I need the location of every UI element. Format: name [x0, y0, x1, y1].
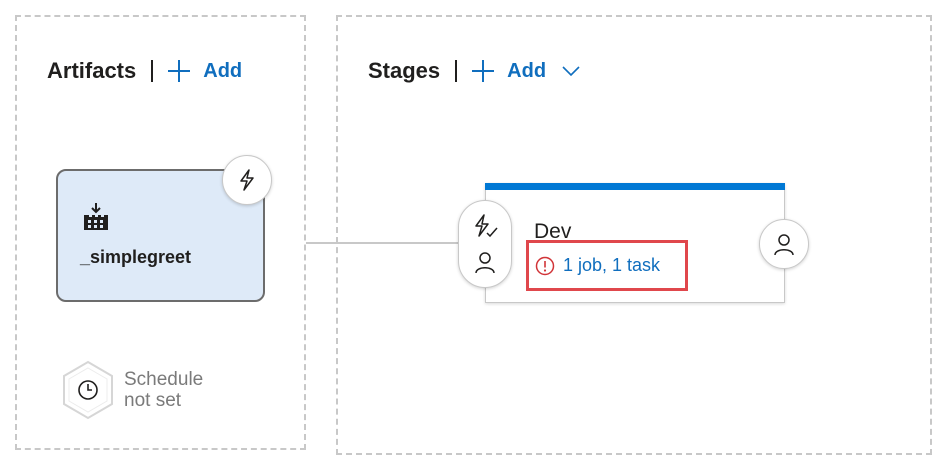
artifact-name: _simplegreet — [80, 247, 192, 267]
stages-title: Stages — [368, 58, 441, 83]
add-stage-label: Add — [507, 59, 547, 82]
add-stage-dropdown[interactable] — [562, 65, 592, 77]
pre-deployment-approver-icon[interactable] — [473, 250, 497, 274]
post-deployment-conditions-button[interactable] — [759, 219, 809, 269]
build-icon — [84, 203, 108, 230]
schedule-line-1: Schedule — [124, 369, 204, 390]
pre-deployment-trigger-icon[interactable] — [472, 214, 498, 238]
add-stage-button[interactable]: Add — [471, 59, 592, 83]
schedule-hexagon — [58, 360, 118, 420]
schedule-trigger[interactable]: Schedule not set — [58, 360, 203, 420]
chevron-down-icon — [562, 66, 580, 77]
header-divider — [455, 60, 458, 82]
schedule-line-2: not set — [124, 390, 182, 411]
stage-accent-bar — [485, 183, 785, 190]
schedule-text: Schedule not set — [124, 369, 203, 411]
stage-tasks-label: 1 job, 1 task — [563, 255, 661, 275]
add-artifact-label: Add — [203, 59, 243, 82]
plus-icon — [168, 60, 191, 82]
stages-header: Stages Add — [368, 58, 592, 84]
lightning-icon — [240, 169, 254, 191]
person-icon — [774, 234, 794, 256]
add-artifact-button[interactable]: Add — [167, 59, 242, 83]
plus-icon — [472, 60, 495, 82]
continuous-deployment-trigger-button[interactable] — [222, 155, 272, 205]
artifacts-title: Artifacts — [47, 58, 137, 83]
stage-tasks-link[interactable]: 1 job, 1 task — [526, 240, 688, 291]
pre-deployment-conditions — [458, 200, 512, 288]
clock-icon — [78, 380, 98, 400]
error-icon — [535, 256, 555, 275]
artifacts-header: Artifacts Add — [47, 58, 242, 84]
header-divider — [151, 60, 154, 82]
